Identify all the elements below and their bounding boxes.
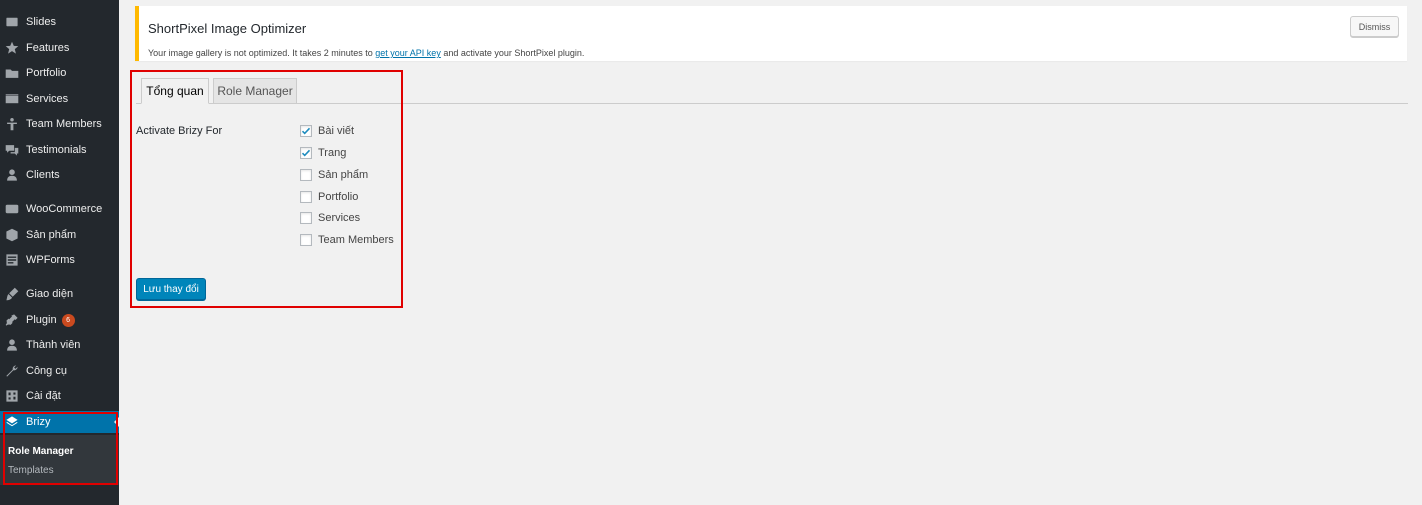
sidebar-item-brizy[interactable]: Brizy — [0, 411, 119, 433]
brush-icon — [5, 287, 19, 301]
sidebar-item-label: Brizy — [26, 416, 51, 428]
sidebar-item-slides[interactable]: Slides — [0, 11, 119, 33]
sidebar-item-label: Sản phẩm — [26, 229, 77, 241]
forms-icon — [5, 253, 19, 267]
checkbox-label: Trang — [318, 147, 347, 159]
sidebar-item-label: Portfolio — [26, 67, 67, 79]
sidebar-item-label: Features — [26, 42, 70, 54]
current-menu-arrow — [114, 417, 119, 427]
sidebar-item-label: Slides — [26, 16, 56, 28]
checkbox-row-posts[interactable]: Bài viết — [300, 123, 354, 139]
user-icon — [5, 338, 19, 352]
comments-icon — [5, 143, 19, 157]
submenu-item-templates[interactable]: Templates — [8, 465, 54, 476]
sidebar-item-tools[interactable]: Công cụ — [0, 360, 119, 382]
folder-icon — [5, 66, 19, 80]
sidebar-item-label: Testimonials — [26, 144, 87, 156]
settings-icon — [5, 389, 19, 403]
slides-icon — [5, 15, 19, 29]
checkbox-label: Portfolio — [318, 191, 359, 203]
checkbox-label: Team Members — [318, 234, 394, 246]
sidebar-item-label: WooCommerce — [26, 203, 103, 215]
team-members-checkbox[interactable] — [300, 234, 312, 246]
tab-divider — [136, 103, 1408, 104]
sidebar-item-woocommerce[interactable]: WooCommerce — [0, 198, 119, 220]
sidebar-item-testimonials[interactable]: Testimonials — [0, 139, 119, 161]
sidebar-item-label: Plugin — [26, 314, 57, 326]
sidebar-item-label: Services — [26, 93, 69, 105]
person-icon — [5, 117, 19, 131]
sidebar-item-users[interactable]: Thành viên — [0, 334, 119, 356]
user-icon — [5, 168, 19, 182]
plugin-icon — [5, 313, 19, 327]
pages-checkbox[interactable] — [300, 147, 312, 159]
checkbox-label: Sản phẩm — [318, 169, 369, 181]
tab-role-manager[interactable]: Role Manager — [213, 78, 297, 104]
save-changes-button[interactable]: Lưu thay đổi — [136, 278, 206, 300]
tab-overview[interactable]: Tổng quan — [141, 78, 209, 104]
checkbox-row-portfolio[interactable]: Portfolio — [300, 189, 358, 205]
sidebar-item-clients[interactable]: Clients — [0, 164, 119, 186]
star-icon — [5, 41, 19, 55]
sidebar-item-label: Cài đặt — [26, 390, 61, 402]
notice-text-after: and activate your ShortPixel plugin. — [440, 48, 585, 58]
activate-brizy-label: Activate Brizy For — [136, 125, 223, 137]
shortpixel-notice: ShortPixel Image Optimizer Your image ga… — [135, 6, 1407, 61]
update-count-badge: 6 — [61, 313, 75, 327]
services-checkbox[interactable] — [300, 212, 312, 224]
checkbox-row-services[interactable]: Services — [300, 210, 360, 226]
posts-checkbox[interactable] — [300, 125, 312, 137]
products-checkbox[interactable] — [300, 169, 312, 181]
checkbox-row-pages[interactable]: Trang — [300, 145, 346, 161]
checkbox-label: Services — [318, 212, 361, 224]
sidebar-item-settings[interactable]: Cài đặt — [0, 385, 119, 407]
sidebar-item-label: Clients — [26, 169, 60, 181]
sidebar-item-label: WPForms — [26, 254, 75, 266]
checkbox-row-products[interactable]: Sản phẩm — [300, 167, 368, 183]
sidebar-item-services[interactable]: Services — [0, 88, 119, 110]
api-key-link[interactable]: get your API key — [375, 48, 441, 58]
sidebar-item-team-members[interactable]: Team Members — [0, 113, 119, 135]
sidebar-item-appearance[interactable]: Giao diện — [0, 283, 119, 305]
sidebar-item-label: Thành viên — [26, 339, 81, 351]
sidebar-item-plugins[interactable]: Plugin 6 — [0, 309, 119, 331]
notice-text-before: Your image gallery is not optimized. It … — [148, 48, 376, 58]
services-icon — [5, 92, 19, 106]
checkbox-row-team-members[interactable]: Team Members — [300, 232, 394, 248]
brizy-submenu: Role Manager Templates — [0, 435, 119, 485]
dismiss-button[interactable]: Dismiss — [1350, 16, 1399, 37]
cube-icon — [5, 228, 19, 242]
admin-sidebar: Slides Features Portfolio Services Team … — [0, 0, 119, 505]
brizy-icon — [5, 415, 19, 429]
notice-message: Your image gallery is not optimized. It … — [148, 48, 584, 58]
woo-icon — [5, 202, 19, 216]
sidebar-item-portfolio[interactable]: Portfolio — [0, 62, 119, 84]
sidebar-item-products[interactable]: Sản phẩm — [0, 224, 119, 246]
sidebar-item-label: Giao diện — [26, 288, 74, 300]
sidebar-item-label: Team Members — [26, 118, 102, 130]
submenu-item-role-manager[interactable]: Role Manager — [8, 446, 74, 457]
wrench-icon — [5, 364, 19, 378]
highlight-annotation-form — [130, 70, 403, 308]
notice-title: ShortPixel Image Optimizer — [148, 21, 307, 36]
portfolio-checkbox[interactable] — [300, 191, 312, 203]
sidebar-item-label: Công cụ — [26, 365, 67, 377]
checkbox-label: Bài viết — [318, 125, 355, 137]
sidebar-item-wpforms[interactable]: WPForms — [0, 249, 119, 271]
sidebar-item-features[interactable]: Features — [0, 37, 119, 59]
